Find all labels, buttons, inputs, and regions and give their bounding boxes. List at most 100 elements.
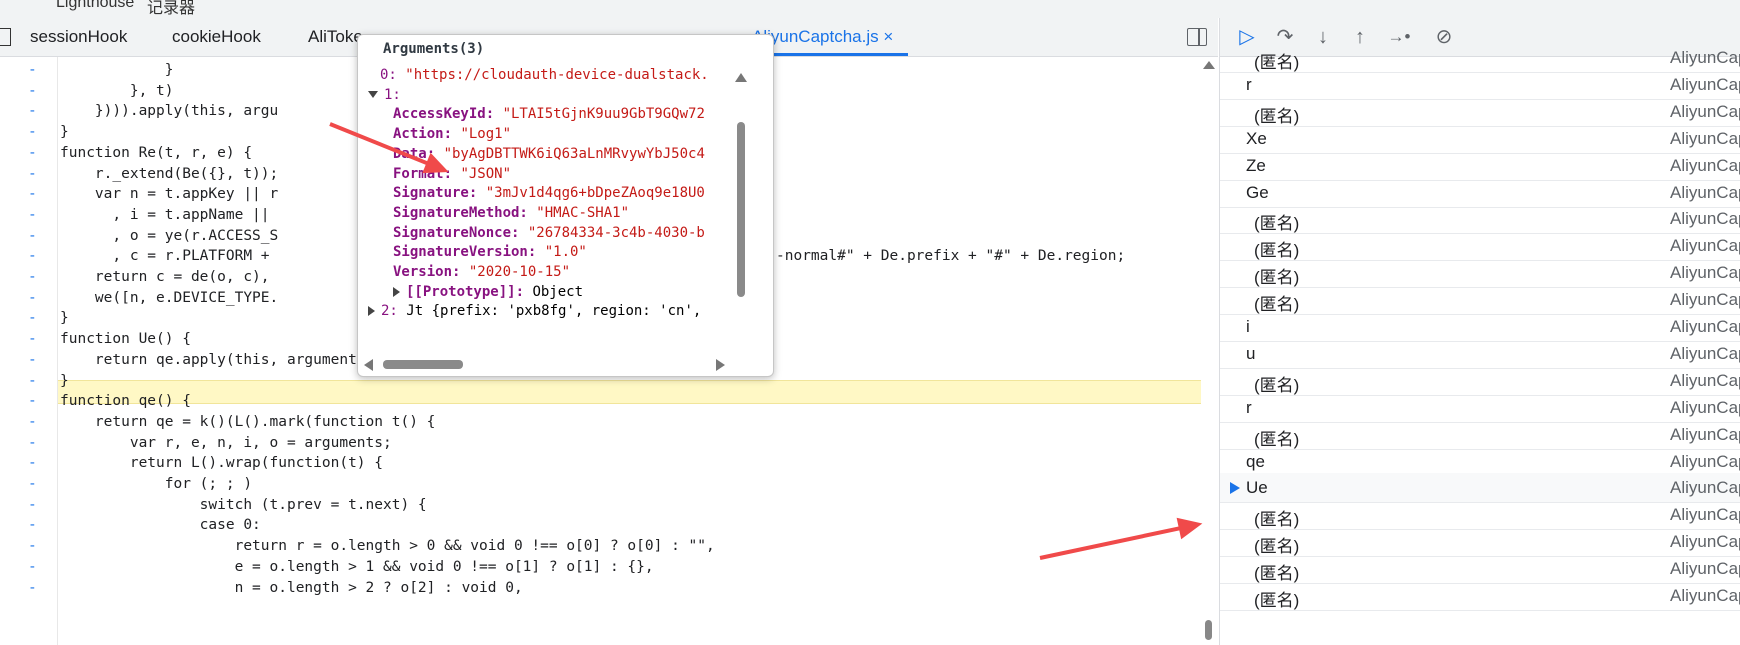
expand-down-icon[interactable] bbox=[368, 91, 378, 99]
frame-location[interactable]: AliyunCap bbox=[1670, 263, 1740, 283]
call-frame-item[interactable]: Ue AliyunCap bbox=[1220, 473, 1740, 504]
scroll-thumb[interactable] bbox=[383, 360, 463, 369]
popover-property-row[interactable]: 2: Jt {prefix: 'pxb8fg', region: 'cn', bbox=[368, 300, 748, 322]
popover-property-row[interactable]: SignatureNonce: "26784334-3c4b-4030-b bbox=[393, 222, 773, 244]
popover-property-row[interactable]: 0: "https://cloudauth-device-dualstack. bbox=[380, 64, 760, 86]
gutter-marker[interactable]: - bbox=[28, 556, 37, 578]
scroll-right-icon[interactable] bbox=[716, 359, 725, 371]
expand-right-icon[interactable] bbox=[393, 286, 400, 297]
popover-property-row[interactable]: Action: "Log1" bbox=[393, 123, 773, 145]
gutter-marker[interactable]: - bbox=[28, 59, 37, 81]
gutter-marker[interactable]: - bbox=[28, 452, 37, 474]
navigator-toggle-icon[interactable] bbox=[0, 28, 11, 46]
popover-vertical-scrollbar[interactable] bbox=[734, 67, 748, 357]
popover-property-row[interactable]: Version: "2020-10-15" bbox=[393, 261, 773, 283]
popover-property-row[interactable]: AccessKeyId: "LTAI5tGjnK9uu9GbT9GQw72 bbox=[393, 103, 773, 125]
call-frame-item[interactable]: (匿名) AliyunCap bbox=[1220, 204, 1740, 235]
gutter-marker[interactable]: - bbox=[28, 307, 37, 329]
expand-right-icon[interactable] bbox=[368, 306, 375, 317]
call-frame-item[interactable]: i AliyunCap bbox=[1220, 312, 1740, 342]
frame-location[interactable]: AliyunCap bbox=[1670, 183, 1740, 203]
gutter-marker[interactable]: - bbox=[28, 225, 37, 247]
frame-location[interactable]: AliyunCap bbox=[1670, 290, 1740, 310]
frame-location[interactable]: AliyunCap bbox=[1670, 236, 1740, 256]
frame-location[interactable]: AliyunCap bbox=[1670, 398, 1740, 418]
gutter-marker[interactable]: - bbox=[28, 432, 37, 454]
call-frame-item[interactable]: (匿名) AliyunCap bbox=[1220, 366, 1740, 396]
gutter-marker[interactable]: - bbox=[28, 100, 37, 122]
frame-location[interactable]: AliyunCap bbox=[1670, 586, 1740, 606]
call-frame-item[interactable]: r AliyunCap bbox=[1220, 393, 1740, 423]
frame-location[interactable]: AliyunCap bbox=[1670, 478, 1740, 498]
gutter-marker[interactable]: - bbox=[28, 287, 37, 309]
call-frame-item[interactable]: Xe AliyunCap bbox=[1220, 124, 1740, 154]
frame-location[interactable]: AliyunCap bbox=[1670, 532, 1740, 552]
gutter-marker[interactable]: - bbox=[28, 473, 37, 495]
sidebar-toggle-icon[interactable] bbox=[1187, 28, 1207, 46]
gutter-marker[interactable]: - bbox=[28, 514, 37, 536]
call-frame-item[interactable]: (匿名) AliyunCap bbox=[1220, 43, 1740, 73]
call-frame-item[interactable]: r AliyunCap bbox=[1220, 70, 1740, 100]
scroll-thumb[interactable] bbox=[737, 122, 745, 297]
scroll-left-icon[interactable] bbox=[364, 359, 373, 371]
gutter-marker[interactable]: - bbox=[28, 370, 37, 392]
popover-property-row[interactable]: Signature: "3mJv1d4qg6+bDpeZAoq9e18U0 bbox=[393, 182, 773, 204]
call-frame-item[interactable]: (匿名) AliyunCap bbox=[1220, 285, 1740, 316]
tab-sessionhook[interactable]: sessionHook bbox=[30, 27, 127, 47]
tab-lighthouse[interactable]: Lighthouse bbox=[56, 0, 134, 12]
gutter-marker[interactable]: - bbox=[28, 121, 37, 143]
gutter-marker[interactable]: - bbox=[28, 204, 37, 226]
arguments-popover[interactable]: Arguments(3) 0: "https://cloudauth-devic… bbox=[357, 34, 774, 377]
frame-location[interactable]: AliyunCap bbox=[1670, 371, 1740, 391]
call-frame-item[interactable]: (匿名) AliyunCap bbox=[1220, 581, 1740, 611]
gutter-marker[interactable]: - bbox=[28, 183, 37, 205]
gutter-marker[interactable]: - bbox=[28, 390, 37, 412]
popover-property-row[interactable]: SignatureMethod: "HMAC-SHA1" bbox=[393, 202, 773, 224]
frame-location[interactable]: AliyunCap bbox=[1670, 559, 1740, 579]
gutter-marker[interactable]: - bbox=[28, 577, 37, 599]
scroll-thumb[interactable] bbox=[1205, 620, 1212, 640]
frame-location[interactable]: AliyunCap bbox=[1670, 317, 1740, 337]
gutter-marker[interactable]: - bbox=[28, 494, 37, 516]
close-icon[interactable]: × bbox=[883, 27, 893, 46]
call-frame-item[interactable]: (匿名) AliyunCap bbox=[1220, 527, 1740, 558]
gutter-marker[interactable]: - bbox=[28, 349, 37, 371]
frame-location[interactable]: AliyunCap bbox=[1670, 75, 1740, 95]
gutter-marker[interactable]: - bbox=[28, 411, 37, 433]
gutter-marker[interactable]: - bbox=[28, 245, 37, 267]
frame-location[interactable]: AliyunCap bbox=[1670, 452, 1740, 472]
frame-location[interactable]: AliyunCap bbox=[1670, 209, 1740, 229]
frame-location[interactable]: AliyunCap bbox=[1670, 129, 1740, 149]
call-frame-item[interactable]: Ge AliyunCap bbox=[1220, 178, 1740, 208]
frame-location[interactable]: AliyunCap bbox=[1670, 505, 1740, 525]
call-frame-item[interactable]: (匿名) AliyunCap bbox=[1220, 258, 1740, 289]
call-frame-item[interactable]: (匿名) AliyunCap bbox=[1220, 420, 1740, 450]
tab-cookiehook[interactable]: cookieHook bbox=[172, 27, 261, 47]
call-frame-item[interactable]: (匿名) AliyunCap bbox=[1220, 97, 1740, 127]
editor-scrollbar[interactable] bbox=[1200, 57, 1218, 645]
gutter-marker[interactable]: - bbox=[28, 163, 37, 185]
popover-property-row[interactable]: [[Prototype]]: Object bbox=[393, 281, 773, 303]
call-frame-item[interactable]: (匿名) AliyunCap bbox=[1220, 231, 1740, 262]
frame-location[interactable]: AliyunCap bbox=[1670, 344, 1740, 364]
gutter-marker[interactable]: - bbox=[28, 142, 37, 164]
gutter-marker[interactable]: - bbox=[28, 80, 37, 102]
frame-location[interactable]: AliyunCap bbox=[1670, 156, 1740, 176]
tab-alitoken[interactable]: AliToke bbox=[308, 27, 363, 47]
popover-property-row[interactable]: 1: bbox=[368, 84, 748, 106]
gutter-marker[interactable]: - bbox=[28, 266, 37, 288]
call-frame-item[interactable]: (匿名) AliyunCap bbox=[1220, 500, 1740, 531]
gutter-marker[interactable]: - bbox=[28, 328, 37, 350]
scroll-up-icon[interactable] bbox=[735, 73, 747, 82]
call-frame-item[interactable]: (匿名) AliyunCap bbox=[1220, 554, 1740, 585]
gutter-marker[interactable]: - bbox=[28, 535, 37, 557]
scroll-up-icon[interactable] bbox=[1203, 61, 1215, 69]
tab-recorder[interactable]: 记录器 bbox=[147, 0, 195, 18]
call-frame-item[interactable]: u AliyunCap bbox=[1220, 339, 1740, 369]
frame-location[interactable]: AliyunCap bbox=[1670, 425, 1740, 445]
frame-location[interactable]: AliyunCap bbox=[1670, 48, 1740, 68]
frame-location[interactable]: AliyunCap bbox=[1670, 102, 1740, 122]
call-frame-item[interactable]: Ze AliyunCap bbox=[1220, 151, 1740, 181]
call-frame-item[interactable]: qe AliyunCap bbox=[1220, 447, 1740, 477]
popover-property-row[interactable]: SignatureVersion: "1.0" bbox=[393, 241, 773, 263]
